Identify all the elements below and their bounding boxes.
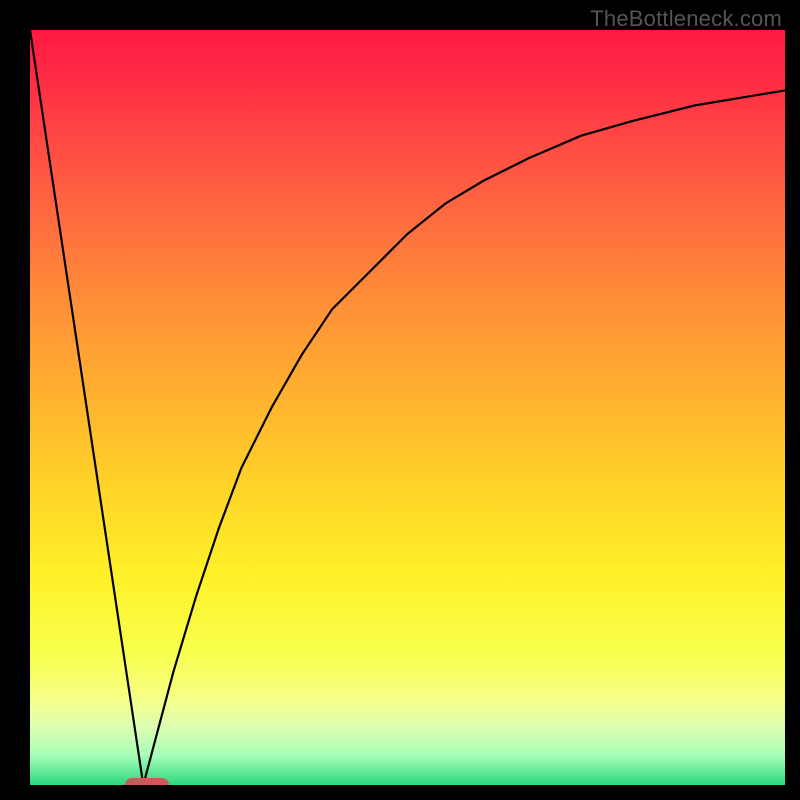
- optimal-range-marker: [125, 778, 169, 785]
- watermark-text: TheBottleneck.com: [590, 6, 782, 32]
- chart-frame: TheBottleneck.com: [0, 0, 800, 800]
- plot-area: [30, 30, 785, 785]
- bottleneck-curve-right: [143, 90, 785, 785]
- bottleneck-curve-left: [30, 30, 143, 785]
- chart-curves: [30, 30, 785, 785]
